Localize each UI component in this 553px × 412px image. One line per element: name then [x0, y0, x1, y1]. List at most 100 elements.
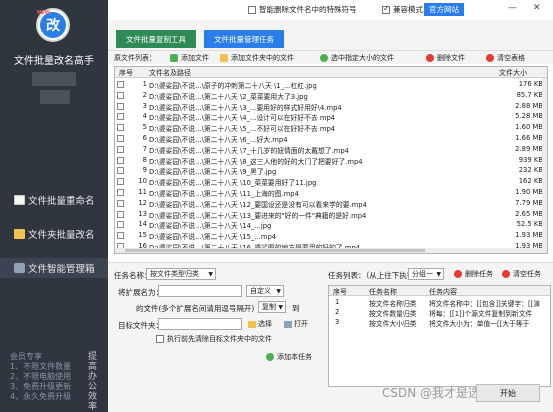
row-size: 176 KB — [518, 80, 543, 88]
table-row[interactable]: 2 D:\婆娑园\不说...\第二十八天 \2_菜菜要用大了3.jpg 85.7 K… — [115, 90, 547, 101]
checkbox[interactable] — [156, 335, 164, 343]
delete-icon — [426, 54, 434, 62]
add-folder-files-button[interactable]: 添加文件夹中的文件 — [220, 53, 294, 63]
delete-task-button[interactable]: 删除任务 — [454, 268, 493, 280]
table-row[interactable]: 7 D:\婆娑园\不说...\第二十八天 \7_十几岁的妞情面的太戴想了.mp4 2… — [115, 144, 547, 155]
task-no: 2 — [335, 308, 340, 316]
task-row[interactable]: 1 按文件名称归类 将文件名称中：[[包含]]关键字：[[演 — [329, 297, 550, 308]
select-by-size-button[interactable]: 选中指定大小的文件 — [320, 53, 394, 63]
minimize-icon[interactable]: — — [508, 3, 517, 13]
tab-file-manage[interactable]: 文件批量管理任务 — [204, 30, 284, 48]
row-checkbox[interactable] — [117, 167, 124, 175]
task-row[interactable]: 3 按文件大小归类 将文件大小为：单值一[[大于等于 — [329, 317, 550, 328]
extension-input[interactable] — [158, 285, 242, 297]
table-row[interactable]: 3 D:\婆娑园\不说...\第二十八天 \3_...要用好的样式好用好\4.mp… — [115, 101, 547, 112]
option-strip-symbols[interactable]: 智能删除文件名中的特殊符号 — [248, 4, 357, 15]
row-no: 2 — [142, 90, 147, 99]
task-table-header: 序号 任务名称 任务内容 — [329, 286, 550, 296]
button-label: 选择 — [258, 320, 272, 328]
task-table[interactable]: 序号 任务名称 任务内容 1 按文件名称归类 将文件名称中：[[包含]]关键字：[[… — [328, 285, 551, 387]
checkbox[interactable] — [382, 4, 390, 14]
sidebar-item-folder-rename[interactable]: 文件夹批量改名 — [0, 224, 108, 244]
row-checkbox[interactable] — [117, 156, 124, 164]
row-path: D:\婆娑园\不说...\第二十八天 \3_...要用好的样式好用好\4.mp4 — [149, 103, 342, 112]
group-select[interactable]: 分组一 ▼ — [408, 268, 444, 280]
target-folder-input[interactable] — [158, 318, 242, 330]
action-select[interactable]: 复制 ▼ — [258, 301, 286, 313]
sidebar-item-label: 文件夹批量改名 — [28, 230, 95, 241]
task-row[interactable]: 2 按文件数量归类 将每：[[1]]个源文件复制到新文件 — [329, 307, 550, 318]
button-label: 清空任务 — [513, 270, 541, 278]
row-checkbox[interactable] — [117, 199, 124, 207]
open-folder-button[interactable]: 打开 — [284, 318, 308, 330]
top-bar: 智能删除文件名中的特殊符号 兼容模式 官方网站 — ✕ — [108, 0, 553, 20]
row-checkbox[interactable] — [117, 102, 124, 110]
folder-icon — [248, 320, 256, 328]
horizontal-scrollbar[interactable] — [115, 248, 542, 253]
member-note-line: 3、免费升级更新 — [10, 382, 72, 391]
close-icon[interactable]: ✕ — [533, 3, 541, 13]
task-name-select[interactable]: 按文件类型归类 ▼ — [146, 268, 216, 280]
tab-file-copy[interactable]: 文件批量复制工具 — [116, 30, 196, 48]
column-header-path: 文件名及路径 — [149, 69, 191, 77]
member-note-line: 2、不限电脑使用 — [10, 372, 72, 381]
sidebar-item-file-rename[interactable]: 文件批量重命名 — [0, 190, 108, 210]
row-checkbox[interactable] — [117, 135, 124, 142]
table-row[interactable]: 15 D:\婆娑园\不说...\第二十八天 \15_...mp4 1.93 MB — [115, 230, 547, 241]
row-size: 85.7 KB — [516, 90, 543, 99]
sidebar-item-smart-manage[interactable]: 文件智能管理箱 — [0, 258, 108, 278]
add-file-button[interactable]: 添加文件 — [170, 53, 209, 63]
table-row[interactable]: 4 D:\婆娑园\不说...\第二十八天 \4_...设计可以在好好不去 mp4 5… — [115, 111, 547, 122]
row-checkbox[interactable] — [117, 178, 124, 186]
row-checkbox[interactable] — [117, 189, 124, 196]
table-row[interactable]: 13 D:\婆娑园\不说...\第二十八天 \13_要进来的"好的一件"典籍的是好… — [115, 209, 547, 220]
table-row[interactable]: 6 D:\婆娑园\不说...\第二十八天 \6_...好大.mp4 1.66 MB — [115, 133, 547, 144]
table-row[interactable]: 8 D:\婆娑园\不说...\第二十八天 \8_这三人他的好的大门了把要好了.mp… — [115, 155, 547, 166]
table-row[interactable]: 5 D:\婆娑园\不说...\第二十八天 \5_...不好可以在好好不去 mp4 1… — [115, 122, 547, 133]
clear-target-option[interactable]: 执行前先清除目标文件夹中的文件 — [156, 333, 272, 345]
vertical-scrollbar[interactable] — [542, 78, 547, 253]
row-path: D:\婆娑园\不说...\第二十八天 \13_要进来的"好的一件"典籍的是好.m… — [149, 211, 367, 220]
choose-folder-button[interactable]: 选择 — [248, 318, 272, 330]
checkbox[interactable] — [248, 5, 256, 14]
row-checkbox[interactable] — [117, 232, 124, 240]
ext-mode-select[interactable]: 自定义 ▼ — [246, 285, 284, 297]
option-label: 兼容模式 — [393, 5, 423, 14]
row-checkbox[interactable] — [117, 221, 124, 229]
column-header-no: 序号 — [333, 288, 347, 296]
row-path: D:\婆娑园\不说...\第二十八天 \12_要国设还是没有可以看来学的要.mp… — [149, 200, 367, 209]
file-table[interactable]: 序号 文件名及路径 文件大小 1 D:\婆娑园\不说...\原子的冲刺第二十八天 … — [114, 66, 548, 254]
clear-tasks-button[interactable]: 清空任务 — [502, 268, 541, 280]
row-no: 10 — [138, 177, 147, 186]
option-label: 执行前先清除目标文件夹中的文件 — [167, 335, 272, 343]
row-checkbox[interactable] — [117, 91, 124, 99]
open-icon — [284, 320, 292, 328]
row-size: 7.79 MB — [515, 198, 543, 207]
row-checkbox[interactable] — [117, 145, 124, 153]
option-compat-mode[interactable]: 兼容模式 — [382, 4, 423, 15]
row-checkbox[interactable] — [117, 81, 124, 88]
table-row[interactable]: 9 D:\婆娑园\不说...\第二十八天 \9_黑了.jpg 232 KB — [115, 165, 547, 176]
button-label: 打开 — [294, 320, 308, 328]
table-row[interactable]: 11 D:\婆娑园\不说...\第二十八天 \11_上海的图.mp4 1.90 MB — [115, 187, 547, 198]
member-note-line: 会员专享 — [10, 352, 42, 361]
clear-table-button[interactable]: 清空表格 — [486, 53, 525, 63]
row-checkbox[interactable] — [117, 124, 124, 132]
table-row[interactable]: 12 D:\婆娑园\不说...\第二十八天 \12_要国设还是没有可以看来学的要.… — [115, 198, 547, 209]
table-row[interactable]: 14 D:\婆娑园\不说...\第二十八天 \14_...jpg 52.5 KB — [115, 219, 547, 230]
sidebar: 改 NEW 文件批量改名高手 文件批量重命名 文件夹批量改名 文件智能管理箱 会… — [0, 0, 108, 412]
scrollbar-thumb[interactable] — [125, 249, 425, 252]
row-checkbox[interactable] — [117, 113, 124, 121]
blurred-block — [32, 72, 76, 86]
row-size: 939 KB — [518, 155, 543, 164]
website-button[interactable]: 官方网站 — [424, 3, 464, 16]
row-path: D:\婆娑园\不说...\原子的冲刺第二十八天 \1_...杠杠.jpg — [149, 82, 317, 90]
add-task-button[interactable]: 添加本任务 — [266, 351, 312, 363]
delete-file-button[interactable]: 删除文件 — [426, 53, 465, 63]
start-button[interactable]: 开始 — [476, 384, 540, 402]
row-size: 2.88 MB — [515, 101, 543, 110]
table-row[interactable]: 1 D:\婆娑园\不说...\原子的冲刺第二十八天 \1_...杠杠.jpg 176… — [115, 79, 547, 90]
row-checkbox[interactable] — [117, 210, 124, 218]
column-header-no: 序号 — [119, 69, 133, 77]
table-row[interactable]: 10 D:\婆娑园\不说...\第二十八天 \10_菜菜要用好了11.jpg 162… — [115, 176, 547, 187]
